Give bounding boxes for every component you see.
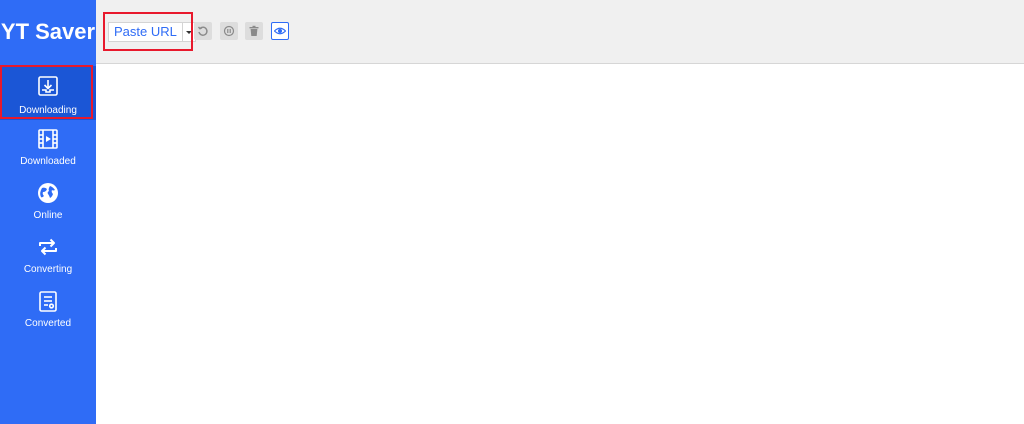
preview-button[interactable] xyxy=(271,22,289,40)
refresh-icon xyxy=(197,25,209,37)
chevron-down-icon xyxy=(185,30,192,34)
sidebar-item-label: Downloading xyxy=(19,105,77,116)
sidebar-item-converted[interactable]: Converted xyxy=(0,282,96,336)
sidebar-item-label: Downloaded xyxy=(20,156,76,167)
document-icon xyxy=(37,290,59,312)
pause-button[interactable] xyxy=(220,22,238,40)
paste-url-label[interactable]: Paste URL xyxy=(109,23,182,41)
trash-icon xyxy=(248,25,260,37)
film-strip-icon xyxy=(37,128,59,150)
main-content xyxy=(96,64,1024,424)
delete-button[interactable] xyxy=(245,22,263,40)
sidebar-item-label: Converted xyxy=(24,318,72,329)
sidebar-item-online[interactable]: Online xyxy=(0,174,96,228)
sidebar-item-label: Converting xyxy=(23,264,73,275)
pause-icon xyxy=(223,25,235,37)
paste-url-dropdown[interactable] xyxy=(181,23,195,41)
eye-icon xyxy=(274,25,286,37)
sidebar: YT Saver Downloading Downloaded Online C… xyxy=(0,0,96,424)
globe-icon xyxy=(37,182,59,204)
sidebar-item-downloaded[interactable]: Downloaded xyxy=(0,120,96,174)
convert-arrows-icon xyxy=(37,236,59,258)
sidebar-item-label: Online xyxy=(33,210,63,221)
toolbar: Paste URL xyxy=(96,0,1024,64)
sidebar-item-converting[interactable]: Converting xyxy=(0,228,96,282)
app-title: YT Saver xyxy=(0,19,96,44)
download-tray-icon xyxy=(37,75,59,97)
sidebar-item-downloading[interactable]: Downloading xyxy=(0,66,96,120)
paste-url-button[interactable]: Paste URL xyxy=(108,22,196,42)
refresh-button[interactable] xyxy=(194,22,212,40)
